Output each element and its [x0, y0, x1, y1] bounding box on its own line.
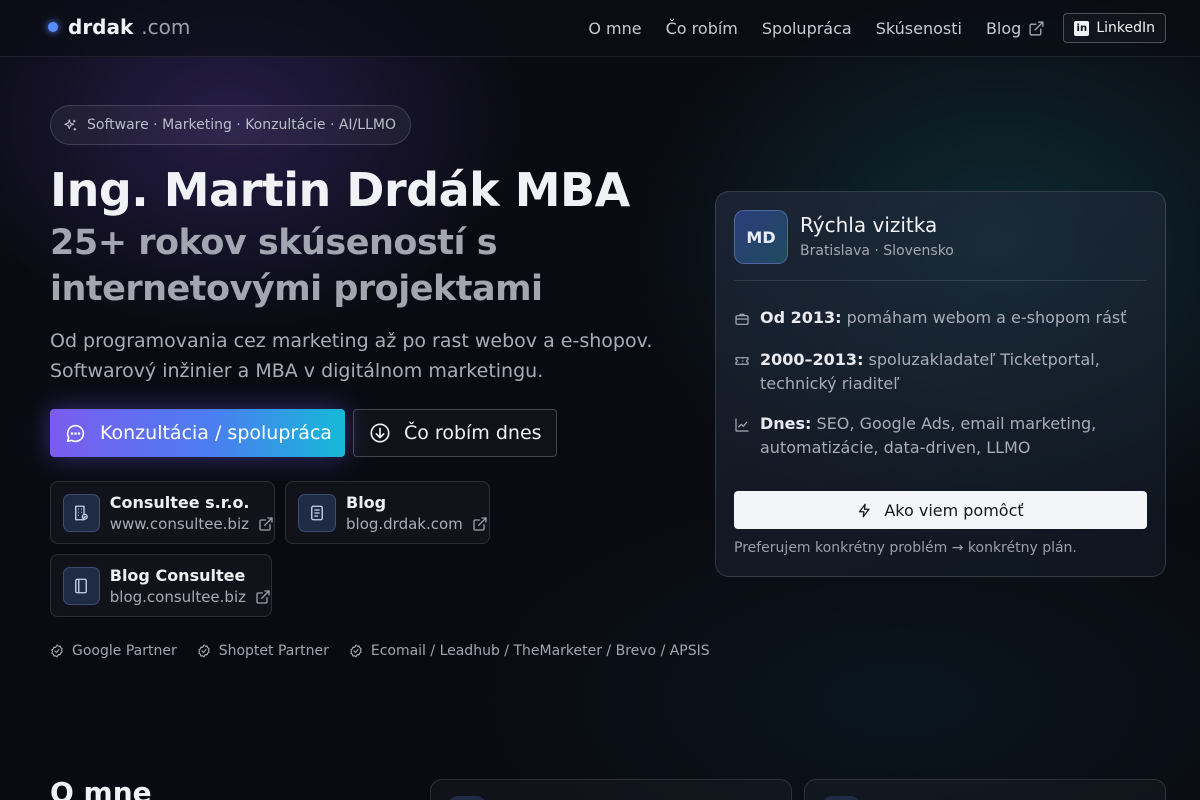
link-card-title: Consultee s.r.o.	[109, 492, 250, 512]
partner-label: Ecomail / Leadhub / TheMarketer / Brevo …	[370, 643, 710, 659]
linkedin-button[interactable]: in LinkedIn	[1063, 13, 1166, 43]
nav-item-o-mne[interactable]: O mne	[588, 19, 641, 38]
consultation-button-label: Konzultácia / spolupráca	[100, 422, 332, 444]
badge-check-icon	[197, 644, 210, 658]
external-link-icon	[473, 516, 487, 531]
avatar: MD	[734, 210, 788, 264]
card-row-text: 2000–2013: spoluzakladateľ Ticketportal,…	[760, 348, 1134, 396]
nav-item-spolupraca[interactable]: Spolupráca	[762, 19, 852, 38]
partner-label: Shoptet Partner	[218, 643, 329, 659]
card-row-label: Dnes:	[760, 414, 812, 433]
logo-dot-icon	[48, 22, 58, 32]
card-row-since-2013: Od 2013: pomáham webom a e-shopom rásť	[734, 306, 1134, 330]
card-location: Bratislava · Slovensko	[800, 243, 954, 259]
card-row-label: 2000–2013:	[760, 350, 864, 369]
hero-description: Od programovania cez marketing až po ras…	[50, 330, 653, 382]
link-card-consultee[interactable]: Consultee s.r.o. www.consultee.biz	[50, 481, 275, 544]
link-card-text: Blog Consultee blog.consultee.biz	[110, 566, 271, 606]
lightning-icon	[859, 503, 870, 517]
partner-label: Google Partner	[72, 643, 177, 659]
partners-list: Google Partner Shoptet Partner Ecomail /…	[50, 643, 730, 659]
what-i-do-button-label: Čo robím dnes	[404, 422, 542, 444]
about-card	[804, 779, 1166, 800]
notebook-icon	[63, 566, 100, 605]
linkedin-label: LinkedIn	[1096, 20, 1155, 36]
about-card	[430, 779, 792, 800]
site-logo[interactable]: drdak .com	[48, 15, 190, 39]
partner-item: Google Partner	[50, 643, 177, 659]
card-row-text: Dnes: SEO, Google Ads, email marketing, …	[760, 412, 1134, 460]
link-card-url: blog.consultee.biz	[110, 588, 271, 606]
hero-name: Ing. Martin Drdák MBA	[50, 163, 630, 217]
badge-check-icon	[350, 644, 362, 658]
document-icon	[298, 493, 336, 532]
consultation-button[interactable]: Konzultácia / spolupráca	[50, 409, 345, 457]
top-navigation-bar: drdak .com O mne Čo robím Spolupráca Skú…	[0, 0, 1200, 57]
link-card-title: Blog Consultee	[109, 565, 246, 585]
card-row-text: Od 2013: pomáham webom a e-shopom rásť	[760, 306, 1127, 330]
sparkle-icon	[64, 118, 77, 130]
link-card-title: Blog	[346, 492, 387, 512]
section-title-o-mne: O mne	[50, 776, 152, 800]
what-i-do-button[interactable]: Čo robím dnes	[353, 409, 557, 457]
logo-name: drdak	[68, 15, 134, 39]
nav-item-co-robim[interactable]: Čo robím	[666, 19, 738, 38]
link-card-url-text: blog.drdak.com	[346, 514, 463, 533]
external-link-icon	[259, 516, 273, 531]
link-card-blog[interactable]: Blog blog.drdak.com	[285, 481, 490, 544]
card-row-2000-2013: 2000–2013: spoluzakladateľ Ticketportal,…	[734, 348, 1134, 396]
briefcase-icon	[735, 313, 749, 325]
quick-card: MD Rýchla vizitka Bratislava · Slovensko…	[715, 191, 1166, 577]
link-card-url-text: www.consultee.biz	[109, 514, 249, 533]
tagline-text: Software · Marketing · Konzultácie · AI/…	[87, 117, 396, 133]
arrow-down-circle-icon	[370, 423, 390, 443]
card-row-label: Od 2013:	[760, 308, 842, 327]
link-card-text: Consultee s.r.o. www.consultee.biz	[110, 493, 274, 533]
ticket-icon	[735, 357, 749, 365]
link-card-blog-consultee[interactable]: Blog Consultee blog.consultee.biz	[50, 554, 272, 617]
external-link-icon	[1029, 20, 1044, 36]
card-row-value: SEO, Google Ads, email marketing, automa…	[760, 414, 1097, 457]
card-divider	[734, 280, 1147, 281]
nav-item-skusenosti[interactable]: Skúsenosti	[876, 19, 962, 38]
badge-check-icon	[51, 644, 63, 658]
main-content: Software · Marketing · Konzultácie · AI/…	[0, 0, 1200, 800]
card-icon	[449, 796, 485, 800]
external-link-icon	[256, 589, 270, 604]
partner-item: Shoptet Partner	[197, 643, 329, 659]
link-card-text: Blog blog.drdak.com	[346, 493, 488, 533]
card-row-today: Dnes: SEO, Google Ads, email marketing, …	[734, 412, 1134, 460]
card-icon	[823, 796, 859, 800]
nav-item-blog[interactable]: Blog	[986, 19, 1045, 38]
trending-up-icon	[735, 418, 749, 432]
main-nav: O mne Čo robím Spolupráca Skúsenosti Blo…	[564, 13, 1166, 43]
tagline-pill: Software · Marketing · Konzultácie · AI/…	[50, 105, 411, 145]
how-i-can-help-button[interactable]: Ako viem pomôcť	[734, 491, 1147, 529]
chat-bubble-icon	[66, 424, 85, 442]
building-icon	[63, 493, 100, 532]
card-row-value: pomáham webom a e-shopom rásť	[841, 308, 1127, 327]
logo-tld: .com	[141, 15, 191, 39]
partner-item: Ecomail / Leadhub / TheMarketer / Brevo …	[349, 643, 710, 659]
nav-item-blog-label: Blog	[985, 18, 1022, 38]
card-title: Rýchla vizitka	[800, 213, 938, 237]
hero-subtitle: 25+ rokov skúseností s internetovými pro…	[50, 223, 543, 309]
link-card-url: www.consultee.biz	[110, 515, 274, 533]
card-note: Preferujem konkrétny problém → konkrétny…	[734, 540, 1077, 556]
link-card-url: blog.drdak.com	[346, 515, 488, 533]
link-card-url-text: blog.consultee.biz	[109, 587, 246, 606]
how-i-can-help-label: Ako viem pomôcť	[884, 500, 1024, 520]
linkedin-icon: in	[1074, 20, 1090, 36]
